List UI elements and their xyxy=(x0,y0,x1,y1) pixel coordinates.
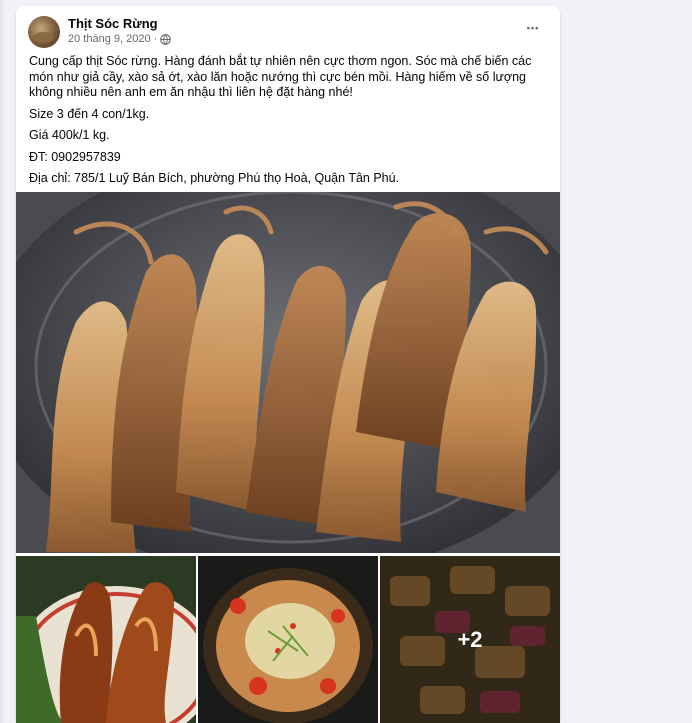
post-paragraph-intro: Cung cấp thịt Sóc rừng. Hàng đánh bắt tự… xyxy=(29,54,532,99)
post-date-link[interactable]: 20 tháng 9, 2020 xyxy=(68,33,151,45)
post-photo-main[interactable] xyxy=(16,192,560,553)
more-icon: ••• xyxy=(526,23,540,33)
page-name-link[interactable]: Thịt Sóc Rừng xyxy=(68,16,158,31)
meta-separator: · xyxy=(153,33,158,45)
post-text: Cung cấp thịt Sóc rừng. Hàng đánh bắt tự… xyxy=(29,54,549,193)
post-photo-row: +2 xyxy=(16,556,560,723)
post-card: Thịt Sóc Rừng 20 tháng 9, 2020 · ••• Cun… xyxy=(16,6,560,723)
post-paragraph-size: Size 3 đến 4 con/1kg. xyxy=(29,106,150,121)
post-paragraph-address: Địa chỉ: 785/1 Luỹ Bán Bích, phường Phú … xyxy=(29,171,400,185)
main-photo-image xyxy=(16,192,560,553)
post-photo-4[interactable]: +2 xyxy=(380,556,560,723)
post-meta: 20 tháng 9, 2020 · xyxy=(68,33,172,45)
more-options-button[interactable]: ••• xyxy=(522,20,544,36)
thumb-photo-salad xyxy=(198,556,378,723)
post-photo-2[interactable] xyxy=(16,556,196,723)
post-paragraph-phone: ĐT: 0902957839 xyxy=(29,149,121,164)
post-paragraph-price: Giá 400k/1 kg. xyxy=(29,128,110,142)
page-avatar[interactable] xyxy=(28,16,60,48)
post-header: Thịt Sóc Rừng 20 tháng 9, 2020 · ••• xyxy=(16,6,560,52)
thumb-photo-grilled xyxy=(16,556,196,723)
more-photos-overlay[interactable]: +2 xyxy=(380,556,560,723)
post-photo-3[interactable] xyxy=(198,556,378,723)
left-edge-divider xyxy=(0,0,3,723)
more-photos-count: +2 xyxy=(457,626,483,652)
globe-icon xyxy=(160,33,172,45)
